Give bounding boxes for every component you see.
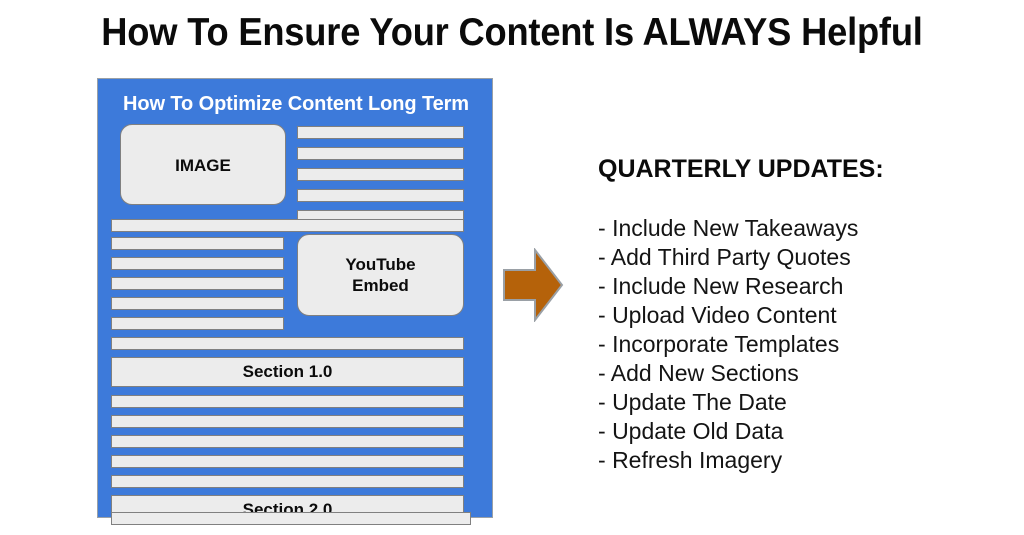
list-item: - Add Third Party Quotes	[598, 243, 858, 272]
document-mockup-panel: How To Optimize Content Long Term IMAGE …	[97, 78, 493, 525]
text-line	[111, 415, 464, 428]
list-item: - Refresh Imagery	[598, 446, 858, 475]
bullet-prefix: -	[598, 418, 613, 444]
list-item: - Upload Video Content	[598, 301, 858, 330]
video-embed-label-line1: YouTube	[345, 255, 416, 274]
list-item-label: Incorporate Templates	[612, 331, 840, 357]
text-line	[111, 219, 464, 232]
text-line	[297, 168, 464, 181]
bullet-prefix: -	[598, 244, 611, 270]
list-item-label: Refresh Imagery	[612, 447, 783, 473]
document-mockup-heading: How To Optimize Content Long Term	[123, 93, 469, 115]
list-item-label: Upload Video Content	[612, 302, 837, 328]
video-embed-placeholder-box: YouTube Embed	[297, 234, 464, 316]
video-embed-label-line2: Embed	[352, 276, 409, 295]
list-item: - Incorporate Templates	[598, 330, 858, 359]
list-item-label: Update Old Data	[612, 418, 784, 444]
image-placeholder-box: IMAGE	[120, 124, 286, 205]
text-line	[111, 435, 464, 448]
list-item: - Include New Takeaways	[598, 214, 858, 243]
text-line	[297, 126, 464, 139]
list-item: - Add New Sections	[598, 359, 858, 388]
list-item: - Include New Research	[598, 272, 858, 301]
text-line	[111, 237, 284, 250]
list-item: - Update The Date	[598, 388, 858, 417]
quarterly-updates-list: - Include New Takeaways - Add Third Part…	[598, 214, 858, 475]
text-line	[111, 455, 464, 468]
list-item-label: Add New Sections	[610, 360, 799, 386]
bullet-prefix: -	[598, 302, 613, 328]
text-line	[111, 395, 464, 408]
list-item-label: Update The Date	[612, 389, 787, 415]
page-title: How To Ensure Your Content Is ALWAYS Hel…	[101, 11, 923, 54]
text-line	[111, 257, 284, 270]
text-line	[297, 189, 464, 202]
quarterly-updates-heading: QUARTERLY UPDATES:	[598, 155, 884, 183]
right-arrow-icon	[503, 248, 564, 322]
bullet-prefix: -	[598, 215, 613, 241]
text-line	[111, 297, 284, 310]
bullet-prefix: -	[598, 273, 613, 299]
list-item-label: Include New Research	[612, 273, 844, 299]
bullet-prefix: -	[598, 360, 611, 386]
list-item-label: Add Third Party Quotes	[610, 244, 851, 270]
text-line	[111, 512, 471, 525]
document-section-heading: Section 1.0	[111, 357, 464, 387]
list-item-label: Include New Takeaways	[612, 215, 859, 241]
bullet-prefix: -	[598, 447, 613, 473]
bullet-prefix: -	[598, 331, 613, 357]
text-line	[297, 147, 464, 160]
list-item: - Update Old Data	[598, 417, 858, 446]
bullet-prefix: -	[598, 389, 613, 415]
text-line	[111, 277, 284, 290]
text-line	[111, 337, 464, 350]
text-line	[111, 475, 464, 488]
text-line	[111, 317, 284, 330]
